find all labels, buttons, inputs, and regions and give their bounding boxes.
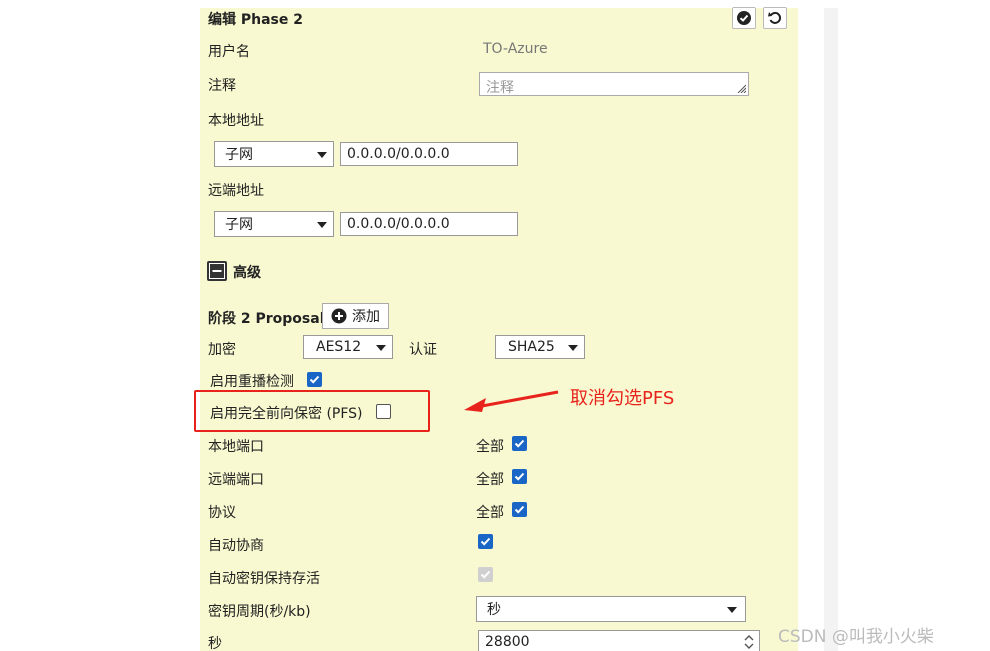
chevron-down-icon xyxy=(376,345,386,351)
comment-field[interactable]: 注释 xyxy=(479,72,749,96)
check-icon xyxy=(514,439,525,448)
watermark: CSDN @叫我小火柴 xyxy=(778,627,934,647)
chevron-down-icon xyxy=(317,222,327,228)
auto-negotiate-label: 自动协商 xyxy=(208,538,264,554)
protocol-all-checkbox[interactable] xyxy=(512,502,527,517)
key-lifetime-value: 秒 xyxy=(487,602,501,618)
replay-detection-checkbox[interactable] xyxy=(307,372,322,387)
key-lifetime-select[interactable]: 秒 xyxy=(476,596,746,622)
local-port-all-label: 全部 xyxy=(476,439,504,455)
remote-address-label: 远端地址 xyxy=(208,183,264,199)
advanced-heading: 高级 xyxy=(233,265,261,281)
proposal-label: 阶段 2 Proposal xyxy=(208,311,325,327)
check-icon xyxy=(480,537,491,546)
comment-label: 注释 xyxy=(208,78,236,94)
apply-button[interactable] xyxy=(732,7,756,29)
remote-port-label: 远端端口 xyxy=(208,472,264,488)
auth-value: SHA25 xyxy=(508,339,555,355)
minus-square-icon xyxy=(210,264,224,278)
username-label: 用户名 xyxy=(208,44,250,60)
encryption-label: 加密 xyxy=(208,342,236,358)
chevron-down-icon xyxy=(317,152,327,158)
panel-title: 编辑 Phase 2 xyxy=(208,12,303,28)
remote-address-value: 0.0.0.0/0.0.0.0 xyxy=(347,216,450,232)
undo-button[interactable] xyxy=(763,7,787,29)
comment-placeholder: 注释 xyxy=(486,80,514,96)
check-icon xyxy=(514,505,525,514)
phase2-edit-panel xyxy=(200,8,798,651)
remote-address-type-select[interactable]: 子网 xyxy=(214,211,334,237)
keepalive-checkbox xyxy=(478,567,493,582)
local-address-label: 本地地址 xyxy=(208,113,264,129)
seconds-input[interactable]: 28800 xyxy=(478,630,760,651)
remote-port-all-checkbox[interactable] xyxy=(512,469,527,484)
pfs-highlight-box xyxy=(194,390,430,432)
chevron-down-icon xyxy=(727,607,737,613)
auth-select[interactable]: SHA25 xyxy=(495,335,585,359)
keepalive-label: 自动密钥保持存活 xyxy=(208,571,320,587)
local-address-type-select[interactable]: 子网 xyxy=(214,141,334,167)
collapse-advanced-toggle[interactable] xyxy=(207,261,227,281)
seconds-value: 28800 xyxy=(485,634,530,650)
auth-label: 认证 xyxy=(409,342,437,358)
key-lifetime-label: 密钥周期(秒/kb) xyxy=(208,604,311,620)
encryption-value: AES12 xyxy=(316,339,362,355)
username-value: TO-Azure xyxy=(483,41,548,57)
protocol-all-label: 全部 xyxy=(476,505,504,521)
annotation-text: 取消勾选PFS xyxy=(570,388,675,409)
add-proposal-label: 添加 xyxy=(352,309,380,325)
remote-address-input[interactable]: 0.0.0.0/0.0.0.0 xyxy=(340,212,518,236)
auto-negotiate-checkbox[interactable] xyxy=(478,534,493,549)
annotation-arrow-icon xyxy=(464,390,559,412)
chevron-down-icon xyxy=(568,345,578,351)
local-address-input[interactable]: 0.0.0.0/0.0.0.0 xyxy=(340,142,518,166)
replay-detection-label: 启用重播检测 xyxy=(210,374,294,390)
remote-port-all-label: 全部 xyxy=(476,472,504,488)
resize-handle-icon[interactable] xyxy=(736,83,746,93)
local-address-value: 0.0.0.0/0.0.0.0 xyxy=(347,146,450,162)
check-circle-icon xyxy=(737,11,751,25)
undo-icon xyxy=(768,11,782,24)
seconds-label: 秒 xyxy=(208,636,222,651)
encryption-select[interactable]: AES12 xyxy=(303,335,393,359)
add-proposal-button[interactable]: 添加 xyxy=(322,303,389,329)
local-address-type-value: 子网 xyxy=(225,147,253,163)
local-port-all-checkbox[interactable] xyxy=(512,436,527,451)
local-port-label: 本地端口 xyxy=(208,439,264,455)
protocol-label: 协议 xyxy=(208,505,236,521)
check-icon xyxy=(480,570,491,579)
spinner-arrows-icon[interactable] xyxy=(743,632,755,651)
remote-address-type-value: 子网 xyxy=(225,217,253,233)
plus-circle-icon xyxy=(331,308,347,324)
check-icon xyxy=(514,472,525,481)
check-icon xyxy=(309,375,320,384)
right-gutter xyxy=(824,8,838,651)
